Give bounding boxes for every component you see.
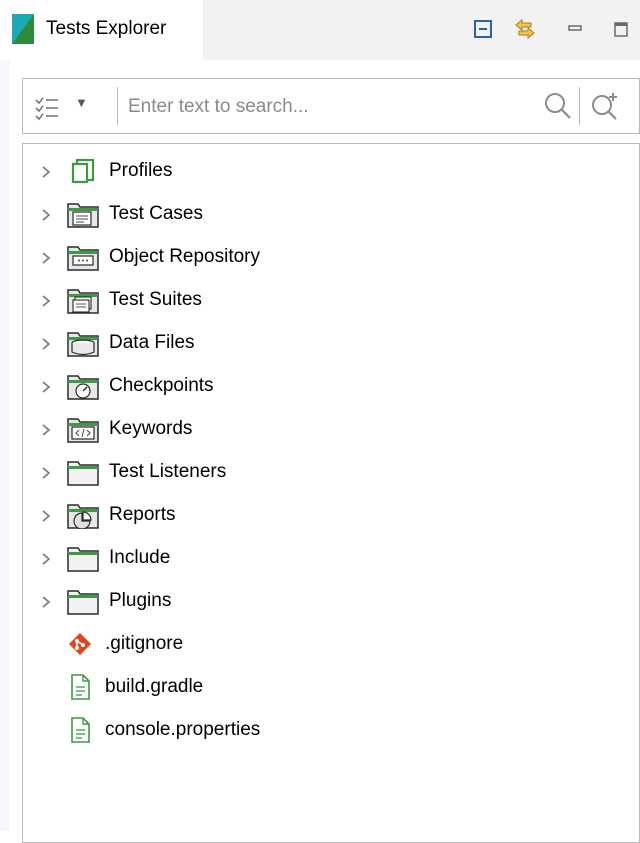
tree-item-include[interactable]: Include — [23, 538, 639, 578]
tree-item-reports[interactable]: Reports — [23, 495, 639, 535]
git-icon — [69, 633, 91, 655]
tree-item-label: Test Suites — [109, 289, 202, 310]
view-tab-bar: Tests Explorer — [0, 0, 640, 60]
checkpoints-icon — [67, 375, 99, 400]
keywords-icon — [67, 418, 99, 443]
link-with-editor-icon — [515, 18, 535, 40]
tree-item-label: build.gradle — [105, 676, 204, 697]
tree-item-plugins[interactable]: Plugins — [23, 581, 639, 621]
tree-item-label: Object Repository — [109, 246, 261, 267]
search-bar: ▼ — [22, 78, 640, 134]
search-icon[interactable] — [543, 90, 573, 122]
chevron-right-icon[interactable] — [41, 337, 51, 351]
tree-item-label: Include — [109, 547, 171, 568]
chevron-right-icon[interactable] — [41, 552, 51, 566]
tree-item-label: Profiles — [109, 160, 173, 181]
collapse-all-button[interactable] — [470, 16, 496, 42]
tree-item-label: Data Files — [109, 332, 195, 353]
katalon-logo-icon — [12, 14, 34, 44]
search-input[interactable] — [126, 89, 530, 125]
project-tree[interactable]: Profiles Test Cases Object Repository Te… — [22, 143, 640, 843]
chevron-right-icon[interactable] — [41, 380, 51, 394]
tree-item-build-gradle[interactable]: build.gradle — [23, 667, 639, 707]
maximize-icon — [614, 22, 628, 37]
chevron-right-icon[interactable] — [41, 466, 51, 480]
tree-item-object-repository[interactable]: Object Repository — [23, 237, 639, 277]
tree-item-test-suites[interactable]: Test Suites — [23, 280, 639, 320]
chevron-right-icon[interactable] — [41, 595, 51, 609]
collapse-all-icon — [474, 20, 492, 38]
folder-icon — [67, 461, 99, 486]
tree-item-label: Test Listeners — [109, 461, 227, 482]
folder-icon — [67, 590, 99, 615]
folder-icon — [67, 547, 99, 572]
tree-item-label: console.properties — [105, 719, 261, 740]
chevron-right-icon[interactable] — [41, 165, 51, 179]
tree-item-label: Reports — [109, 504, 176, 525]
tree-item-label: Checkpoints — [109, 375, 214, 396]
tree-item-keywords[interactable]: Keywords — [23, 409, 639, 449]
tree-item-test-cases[interactable]: Test Cases — [23, 194, 639, 234]
advanced-search-icon[interactable] — [589, 90, 623, 122]
tests-explorer-view: ▼ Profiles — [22, 60, 640, 843]
tree-item-console-properties[interactable]: console.properties — [23, 710, 639, 750]
search-separator-2 — [579, 87, 580, 125]
file-icon — [71, 717, 90, 743]
minimize-button[interactable] — [562, 16, 588, 42]
test-cases-icon — [67, 203, 99, 228]
reports-icon — [67, 504, 99, 529]
tree-item-label: Plugins — [109, 590, 172, 611]
minimize-icon — [568, 25, 582, 31]
tree-item-label: Test Cases — [109, 203, 203, 224]
tab-title: Tests Explorer — [46, 18, 167, 39]
chevron-right-icon[interactable] — [41, 251, 51, 265]
filter-list-icon[interactable] — [33, 93, 61, 121]
tree-item-label: .gitignore — [105, 633, 184, 654]
filter-dropdown-arrow-icon[interactable]: ▼ — [75, 95, 88, 110]
tree-item-profiles[interactable]: Profiles — [23, 151, 639, 191]
chevron-right-icon[interactable] — [41, 423, 51, 437]
tree-item-label: Keywords — [109, 418, 193, 439]
object-repository-icon — [67, 246, 99, 271]
tree-item-gitignore[interactable]: .gitignore — [23, 624, 639, 664]
search-separator — [117, 87, 118, 125]
maximize-button[interactable] — [608, 16, 634, 42]
tree-item-checkpoints[interactable]: Checkpoints — [23, 366, 639, 406]
tree-item-test-listeners[interactable]: Test Listeners — [23, 452, 639, 492]
profiles-icon — [71, 158, 95, 184]
tests-explorer-tab[interactable]: Tests Explorer — [0, 0, 203, 60]
link-with-editor-button[interactable] — [512, 16, 538, 42]
chevron-right-icon[interactable] — [41, 509, 51, 523]
tree-item-data-files[interactable]: Data Files — [23, 323, 639, 363]
data-files-icon — [67, 332, 99, 357]
chevron-right-icon[interactable] — [41, 208, 51, 222]
chevron-right-icon[interactable] — [41, 294, 51, 308]
left-edge — [0, 0, 10, 831]
file-icon — [71, 674, 90, 700]
test-suites-icon — [67, 289, 99, 314]
